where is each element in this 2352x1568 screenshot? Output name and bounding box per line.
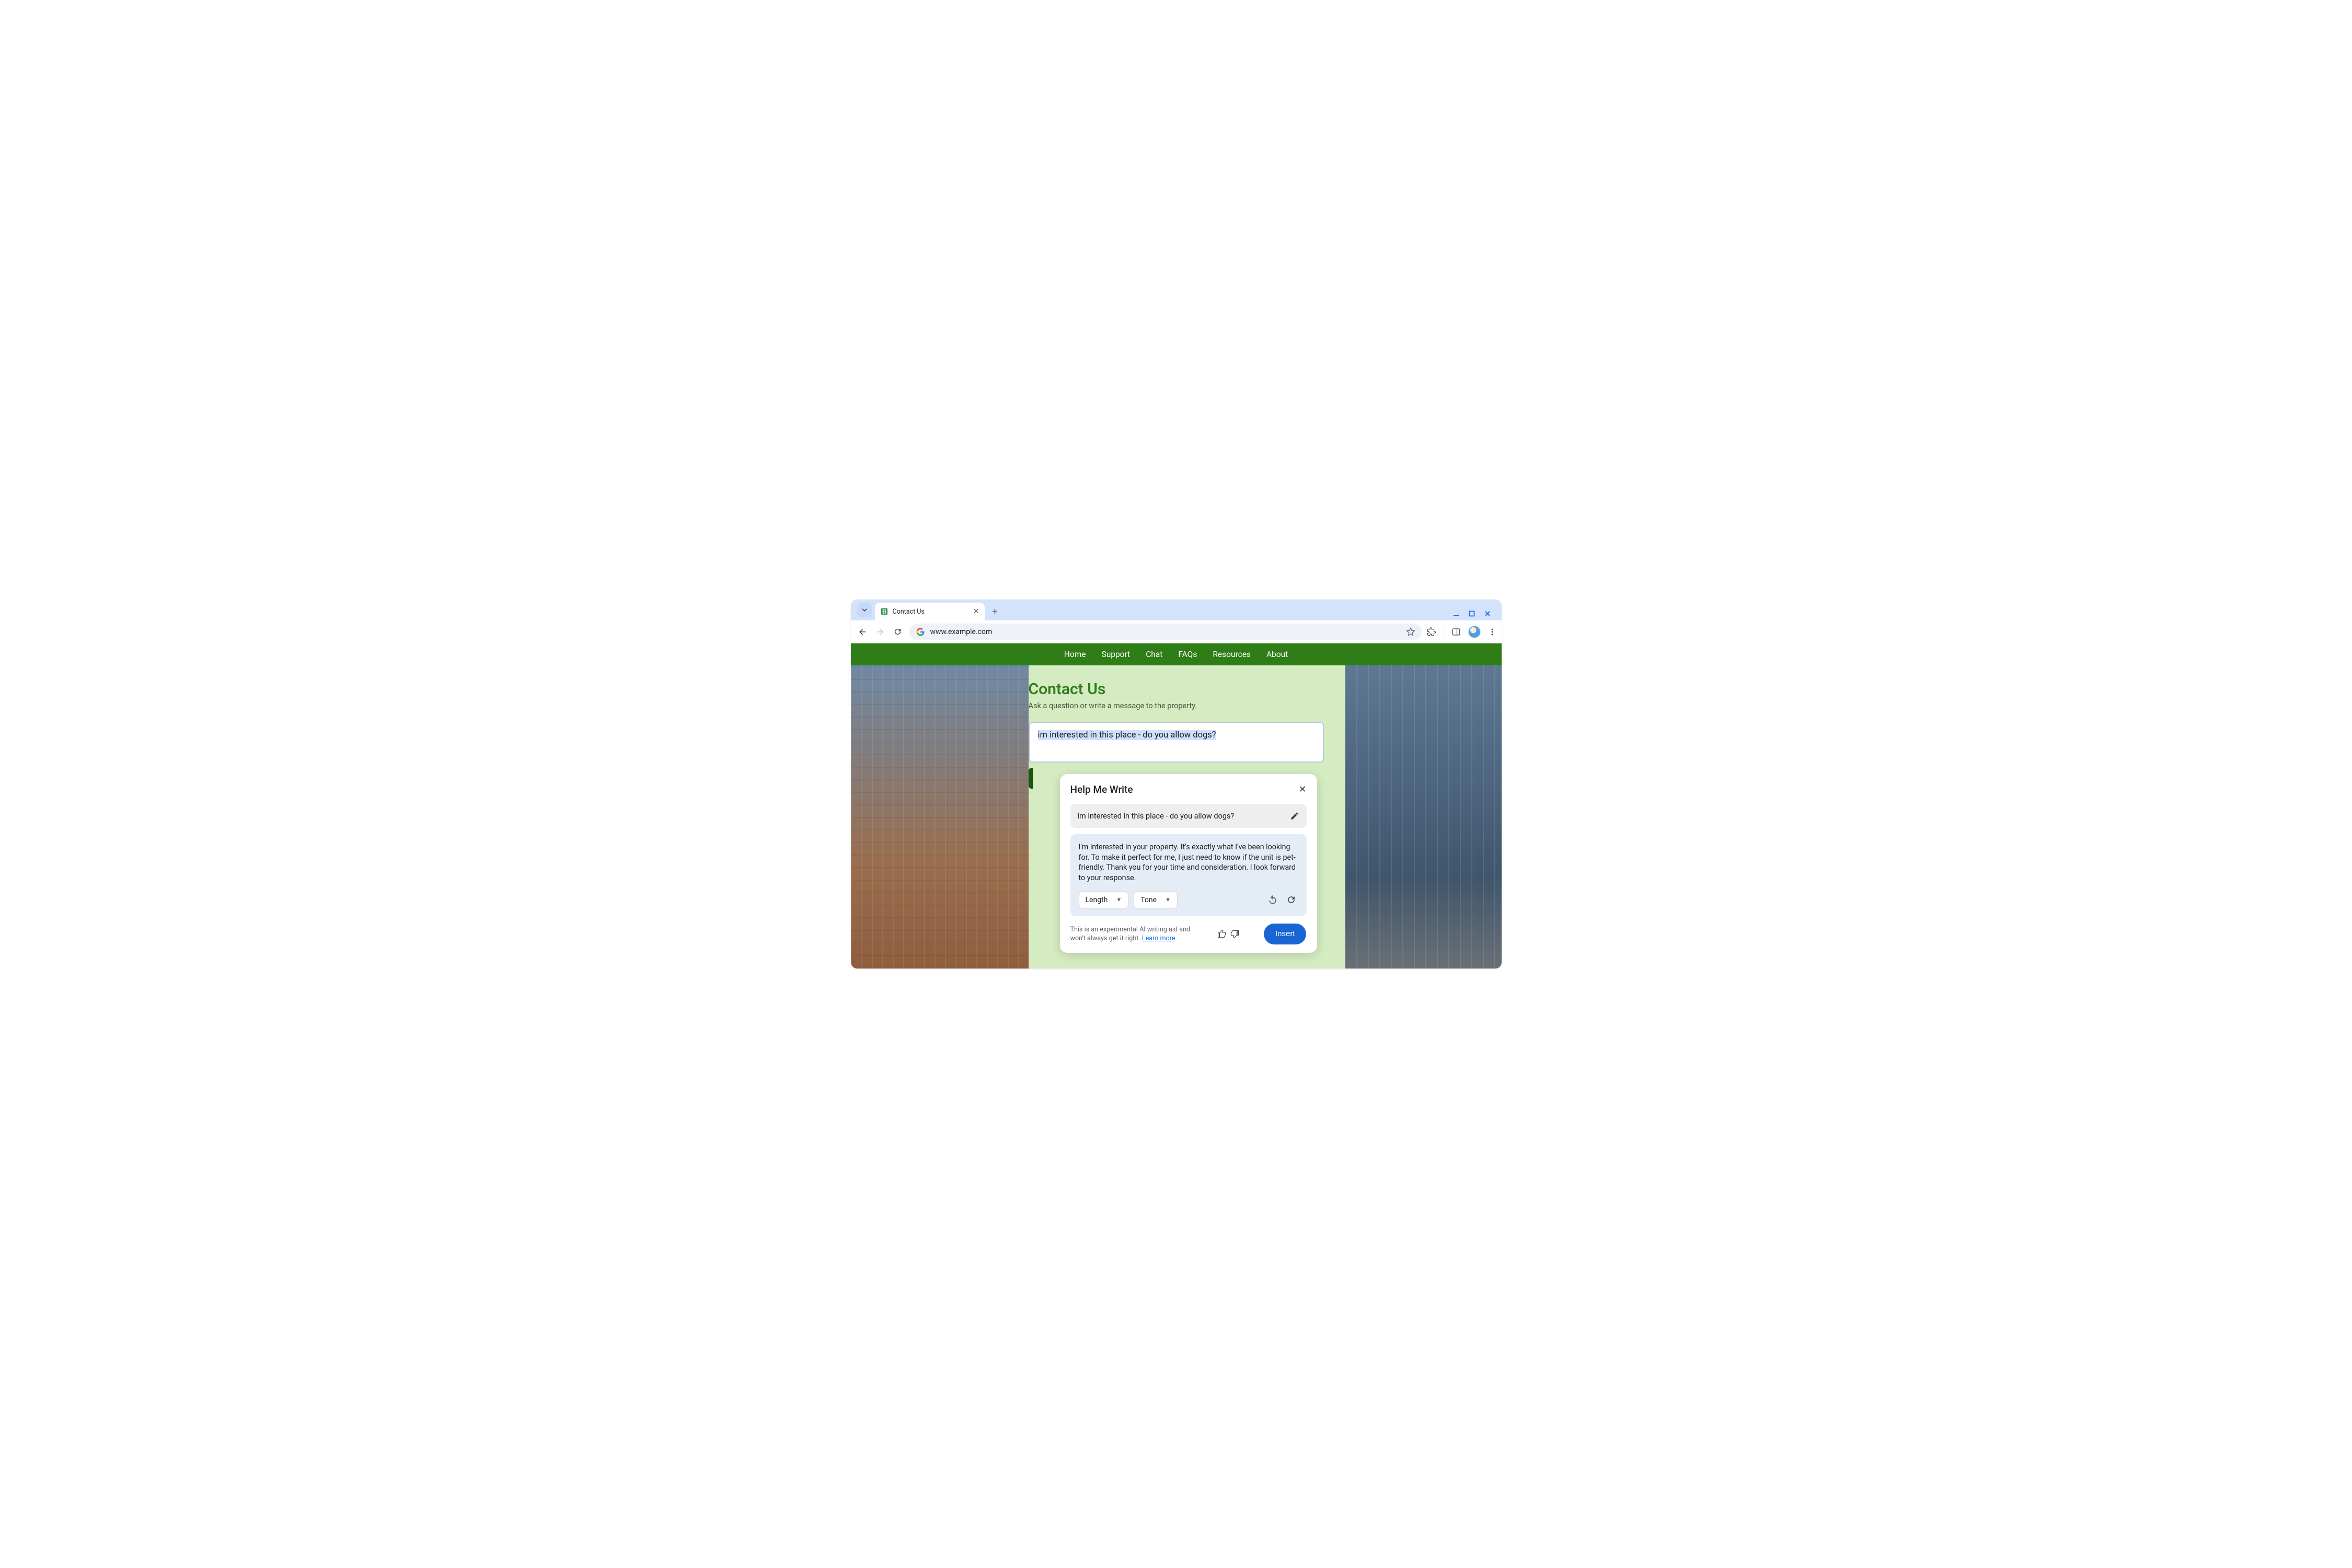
forward-button[interactable] <box>874 626 886 638</box>
nav-chat[interactable]: Chat <box>1146 650 1162 659</box>
page-body: Contact Us Ask a question or write a mes… <box>1029 665 1324 789</box>
edit-icon[interactable] <box>1290 811 1299 821</box>
help-me-write-popup: Help Me Write ✕ im interested in this pl… <box>1060 774 1317 953</box>
thumbs-up-icon[interactable] <box>1217 929 1227 939</box>
submit-button-partial[interactable] <box>1029 768 1033 789</box>
browser-tab[interactable]: Contact Us ✕ <box>875 603 985 620</box>
length-dropdown[interactable]: Length ▼ <box>1079 891 1129 909</box>
chevron-down-icon: ▼ <box>1116 896 1122 903</box>
site-nav: Home Support Chat FAQs Resources About <box>851 643 1502 665</box>
bookmark-star-icon[interactable] <box>1406 627 1415 637</box>
page-content: Home Support Chat FAQs Resources About C… <box>851 643 1502 969</box>
tone-dropdown[interactable]: Tone ▼ <box>1134 891 1178 909</box>
window-controls <box>1446 610 1497 620</box>
tone-label: Tone <box>1140 896 1157 904</box>
nav-home[interactable]: Home <box>1064 650 1086 659</box>
menu-icon[interactable] <box>1488 628 1496 636</box>
nav-support[interactable]: Support <box>1102 650 1131 659</box>
feedback-icons <box>1217 929 1239 939</box>
nav-about[interactable]: About <box>1266 650 1288 659</box>
tab-title: Contact Us <box>893 608 969 616</box>
prompt-row: im interested in this place - do you all… <box>1070 804 1307 828</box>
insert-button[interactable]: Insert <box>1264 924 1307 944</box>
new-tab-button[interactable]: + <box>988 604 1002 619</box>
minimize-icon[interactable] <box>1452 610 1460 617</box>
suggestion-text: I'm interested in your property. It's ex… <box>1079 843 1298 884</box>
undo-icon[interactable] <box>1266 893 1279 907</box>
url-text: www.example.com <box>930 628 1401 636</box>
contact-textarea[interactable]: im interested in this place - do you all… <box>1029 722 1324 763</box>
omnibox[interactable]: www.example.com <box>909 624 1422 640</box>
browser-toolbar: www.example.com <box>851 620 1502 643</box>
chevron-down-icon: ▼ <box>1165 896 1171 903</box>
back-button[interactable] <box>856 626 869 638</box>
reload-button[interactable] <box>892 626 904 638</box>
learn-more-link[interactable]: Learn more <box>1142 935 1175 942</box>
side-panel-icon[interactable] <box>1451 627 1461 637</box>
hero-image-left <box>851 665 1029 969</box>
google-favicon <box>916 627 925 637</box>
extensions-icon[interactable] <box>1427 627 1436 637</box>
thumbs-down-icon[interactable] <box>1230 929 1239 939</box>
toolbar-right-icons <box>1427 626 1496 638</box>
hero-image-right <box>1345 665 1502 969</box>
tab-strip: Contact Us ✕ + <box>851 599 1502 620</box>
browser-window: Contact Us ✕ + www.example.com <box>851 599 1502 969</box>
regenerate-icon[interactable] <box>1285 893 1298 907</box>
length-label: Length <box>1086 896 1108 904</box>
maximize-icon[interactable] <box>1468 610 1475 617</box>
nav-resources[interactable]: Resources <box>1213 650 1251 659</box>
disclaimer-text: This is an experimental AI writing aid a… <box>1070 925 1193 943</box>
close-window-icon[interactable] <box>1484 610 1491 617</box>
nav-faqs[interactable]: FAQs <box>1178 650 1197 659</box>
page-subtitle: Ask a question or write a message to the… <box>1029 701 1324 710</box>
tab-search-button[interactable] <box>857 603 872 617</box>
popup-title: Help Me Write <box>1070 783 1133 795</box>
suggestion-block: I'm interested in your property. It's ex… <box>1070 834 1307 916</box>
tab-close-icon[interactable]: ✕ <box>973 607 979 616</box>
textarea-value: im interested in this place - do you all… <box>1038 730 1216 740</box>
prompt-text: im interested in this place - do you all… <box>1078 812 1235 821</box>
close-icon[interactable]: ✕ <box>1298 784 1306 795</box>
profile-avatar[interactable] <box>1468 626 1481 638</box>
page-title: Contact Us <box>1029 680 1324 698</box>
sheets-icon <box>880 607 889 616</box>
